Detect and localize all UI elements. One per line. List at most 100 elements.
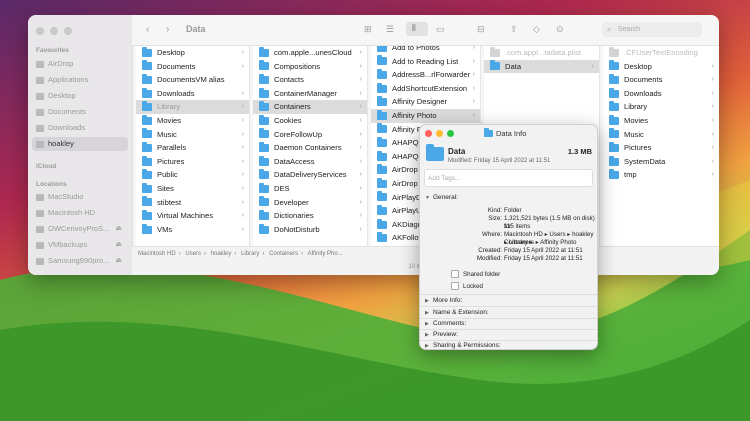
list-item[interactable]: Downloads ›: [603, 87, 719, 101]
sidebar-item-macintosh-hd[interactable]: Macintosh HD: [32, 206, 128, 220]
zoom-button[interactable]: [447, 130, 454, 137]
shared-folder-checkbox[interactable]: Shared folder: [451, 270, 500, 278]
share-icon[interactable]: ⇪: [510, 24, 518, 35]
path-item[interactable]: Users: [185, 251, 201, 257]
list-item[interactable]: Music ›: [603, 128, 719, 142]
list-view-icon[interactable]: ☰: [386, 24, 394, 35]
general-section-header[interactable]: ▼ General:: [425, 194, 458, 201]
list-item[interactable]: Desktop ›: [603, 60, 719, 74]
disclosure-closed-icon: ▶: [425, 310, 429, 316]
sidebar-item-documents[interactable]: Documents: [32, 105, 128, 119]
list-item[interactable]: .com.appl...tadata.plist: [484, 46, 599, 60]
list-item[interactable]: Library ›: [136, 100, 249, 114]
minimize-button[interactable]: [436, 130, 443, 137]
locked-checkbox[interactable]: Locked: [451, 282, 483, 290]
list-item[interactable]: .CFUserTextEncoding: [603, 46, 719, 60]
list-item[interactable]: AddressB...rlForwarder ›: [371, 68, 480, 82]
divider: [420, 329, 597, 330]
list-item[interactable]: ContainerManager ›: [253, 87, 367, 101]
tags-field[interactable]: Add Tags...: [424, 169, 593, 187]
path-item[interactable]: Macintosh HD: [138, 251, 176, 257]
list-item[interactable]: com.apple...unesCloud ›: [253, 46, 367, 60]
path-item[interactable]: Library: [241, 251, 259, 257]
list-item[interactable]: Documents ›: [136, 60, 249, 74]
list-item[interactable]: Cookies ›: [253, 114, 367, 128]
list-item[interactable]: DoNotDisturb ›: [253, 223, 367, 237]
comments-section-header[interactable]: ▶ Comments:: [425, 320, 466, 327]
sidebar-item-applications[interactable]: Applications: [32, 73, 128, 87]
more-info-section-header[interactable]: ▶ More Info:: [425, 297, 462, 304]
more-actions-icon[interactable]: ⊙: [556, 24, 564, 35]
path-item[interactable]: hoakley: [211, 251, 232, 257]
list-item[interactable]: Data ›: [484, 59, 599, 74]
list-item[interactable]: Movies ›: [603, 114, 719, 128]
eject-icon[interactable]: ⏏: [115, 254, 122, 268]
list-item[interactable]: DataAccess ›: [253, 155, 367, 169]
eject-icon[interactable]: ⏏: [115, 222, 122, 236]
list-item[interactable]: Pictures ›: [603, 141, 719, 155]
list-item[interactable]: Documents ›: [603, 73, 719, 87]
list-item[interactable]: Desktop ›: [136, 46, 249, 60]
list-item[interactable]: Contacts ›: [253, 73, 367, 87]
sharing-permissions-section-header[interactable]: ▶ Sharing & Permissions:: [425, 342, 501, 349]
list-item[interactable]: AddShortcutExtension ›: [371, 82, 480, 96]
icon-view-icon[interactable]: ⊞: [364, 24, 372, 35]
column-view-button[interactable]: ⫴: [406, 22, 428, 36]
preview-section-header[interactable]: ▶ Preview:: [425, 331, 458, 338]
list-item[interactable]: stibtest ›: [136, 196, 249, 210]
back-icon[interactable]: ‹: [146, 24, 149, 35]
sidebar-item-samsung990pro[interactable]: Samsung990pro... ⏏: [32, 254, 128, 268]
list-item[interactable]: CoreFollowUp ›: [253, 128, 367, 142]
list-item[interactable]: Sites ›: [136, 182, 249, 196]
list-item[interactable]: tmp ›: [603, 168, 719, 182]
list-item[interactable]: DocumentsVM alias: [136, 73, 249, 87]
list-item[interactable]: Downloads ›: [136, 87, 249, 101]
sidebar-item-airdrop[interactable]: AirDrop: [32, 57, 128, 71]
list-item[interactable]: Pictures ›: [136, 155, 249, 169]
sidebar-item-downloads[interactable]: Downloads: [32, 121, 128, 135]
folder-icon: [609, 60, 619, 71]
search-icon: ⌕: [607, 25, 612, 34]
list-item[interactable]: Daemon Containers ›: [253, 141, 367, 155]
minimize-button[interactable]: [50, 27, 58, 35]
sidebar-item-owcenvoy[interactable]: OWCenvoyProS... ⏏: [32, 222, 128, 236]
chevron-right-icon: ›: [241, 49, 244, 56]
list-item[interactable]: Developer ›: [253, 196, 367, 210]
list-item[interactable]: Containers ›: [253, 100, 367, 114]
gallery-view-icon[interactable]: ▭: [436, 24, 445, 35]
list-item[interactable]: Library ›: [603, 100, 719, 114]
list-item[interactable]: Public ›: [136, 168, 249, 182]
path-item[interactable]: Containers: [269, 251, 298, 257]
list-item[interactable]: Movies ›: [136, 114, 249, 128]
list-item[interactable]: VMs ›: [136, 223, 249, 237]
forward-icon[interactable]: ›: [166, 24, 169, 35]
list-item[interactable]: DES ›: [253, 182, 367, 196]
group-icon[interactable]: ⊟: [477, 24, 485, 35]
list-item[interactable]: Dictionaries ›: [253, 209, 367, 223]
list-item[interactable]: Add to Reading List ›: [371, 55, 480, 69]
zoom-button[interactable]: [64, 27, 72, 35]
name-extension-section-header[interactable]: ▶ Name & Extension:: [425, 309, 489, 316]
list-item[interactable]: Affinity Photo ›: [371, 108, 480, 123]
sidebar-item-vmbackups[interactable]: VMbackups ⏏: [32, 238, 128, 252]
chevron-right-icon: ›: [241, 62, 244, 70]
list-item[interactable]: Compositions ›: [253, 60, 367, 74]
list-item[interactable]: Parallels ›: [136, 141, 249, 155]
sidebar-item-hoakley[interactable]: hoakley: [32, 137, 128, 151]
close-button[interactable]: [36, 27, 44, 35]
finder-window: Favourites AirDrop Applications Desktop …: [28, 15, 719, 275]
tag-icon[interactable]: ◇: [533, 24, 540, 35]
list-item[interactable]: SystemData ›: [603, 155, 719, 169]
list-item[interactable]: Affinity Designer ›: [371, 95, 480, 109]
list-item[interactable]: DataDeliveryServices ›: [253, 168, 367, 182]
sidebar-item-desktop[interactable]: Desktop: [32, 89, 128, 103]
folder-icon: [259, 209, 269, 220]
search-field[interactable]: ⌕ Search: [602, 22, 702, 37]
path-item[interactable]: Affinity Pho...: [307, 251, 342, 257]
eject-icon[interactable]: ⏏: [115, 238, 122, 252]
list-item[interactable]: Add to Photos ›: [371, 46, 480, 55]
list-item[interactable]: Music ›: [136, 128, 249, 142]
close-button[interactable]: [425, 130, 432, 137]
list-item[interactable]: Virtual Machines ›: [136, 209, 249, 223]
sidebar-item-macstudio[interactable]: MacStudio: [32, 190, 128, 204]
